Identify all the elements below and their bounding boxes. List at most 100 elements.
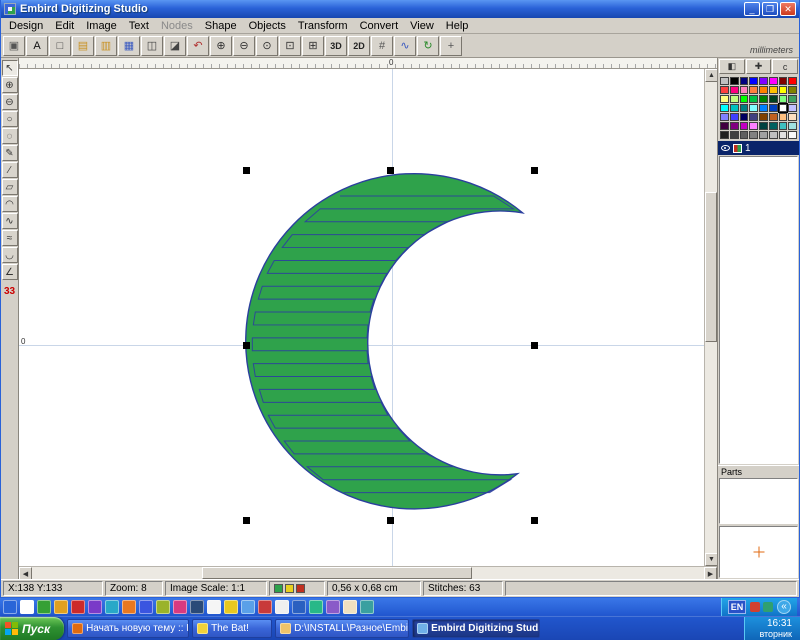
palette-color-29[interactable]: [769, 104, 778, 112]
palette-color-19[interactable]: [749, 95, 758, 103]
tray-chevron-icon[interactable]: «: [777, 600, 791, 614]
toolbar-open-image-button[interactable]: ▥: [95, 36, 117, 56]
palette-color-42[interactable]: [740, 122, 749, 130]
quick-launch-icon[interactable]: [292, 600, 306, 614]
tool-fill-tool-button[interactable]: ≈: [2, 230, 18, 246]
menu-image[interactable]: Image: [80, 19, 123, 33]
palette-color-35[interactable]: [749, 113, 758, 121]
quick-launch-icon[interactable]: [122, 600, 136, 614]
canvas[interactable]: 0: [19, 69, 704, 566]
palette-color-18[interactable]: [740, 95, 749, 103]
quick-launch-icon[interactable]: [326, 600, 340, 614]
vertical-scroll-thumb[interactable]: [705, 192, 717, 342]
selection-handle[interactable]: [243, 517, 250, 524]
horizontal-scroll-thumb[interactable]: [202, 567, 472, 579]
palette-color-3[interactable]: [749, 77, 758, 85]
tool-line-tool-button[interactable]: ∕: [2, 162, 18, 178]
palette-color-13[interactable]: [769, 86, 778, 94]
palette-color-52[interactable]: [759, 131, 768, 139]
palette-color-15[interactable]: [788, 86, 797, 94]
minimize-icon[interactable]: _: [744, 2, 760, 16]
selection-handle[interactable]: [531, 517, 538, 524]
palette-color-41[interactable]: [730, 122, 739, 130]
title-bar[interactable]: Embird Digitizing Studio _ ❐ ✕: [1, 0, 799, 18]
toolbar-pointer-frame-button[interactable]: ▣: [3, 36, 25, 56]
quick-launch-icon[interactable]: [54, 600, 68, 614]
menu-convert[interactable]: Convert: [354, 19, 405, 33]
tool-wave-tool-button[interactable]: ∿: [2, 213, 18, 229]
thread-catalog-button[interactable]: c: [772, 59, 798, 74]
quick-launch-icon[interactable]: [156, 600, 170, 614]
palette-color-17[interactable]: [730, 95, 739, 103]
menu-edit[interactable]: Edit: [49, 19, 80, 33]
palette-color-53[interactable]: [769, 131, 778, 139]
menu-help[interactable]: Help: [440, 19, 475, 33]
palette-color-24[interactable]: [720, 104, 729, 112]
toolbar-redraw-button[interactable]: ↻: [417, 36, 439, 56]
palette-color-10[interactable]: [740, 86, 749, 94]
menu-nodes[interactable]: Nodes: [155, 19, 199, 33]
palette-color-5[interactable]: [769, 77, 778, 85]
menu-shape[interactable]: Shape: [199, 19, 243, 33]
palette-color-1[interactable]: [730, 77, 739, 85]
toolbar-print-design-button[interactable]: ◫: [141, 36, 163, 56]
palette-color-31[interactable]: [788, 104, 797, 112]
palette-color-30[interactable]: [779, 104, 788, 112]
palette-color-4[interactable]: [759, 77, 768, 85]
crescent-design[interactable]: [19, 69, 704, 566]
color-up-button[interactable]: ◧: [719, 59, 745, 74]
quick-launch-icon[interactable]: [224, 600, 238, 614]
vertical-scroll-track[interactable]: [705, 82, 717, 553]
quick-launch-icon[interactable]: [173, 600, 187, 614]
start-button[interactable]: Пуск: [0, 617, 64, 640]
tool-zoom-out-tool-button[interactable]: ⊖: [2, 94, 18, 110]
visibility-eye-icon[interactable]: [721, 145, 730, 151]
parts-list[interactable]: [719, 478, 798, 524]
quick-launch-icon[interactable]: [37, 600, 51, 614]
selection-handle[interactable]: [531, 167, 538, 174]
toolbar-new-design-button[interactable]: □: [49, 36, 71, 56]
tray-icon[interactable]: [750, 602, 760, 612]
quick-launch-icon[interactable]: [343, 600, 357, 614]
task-button[interactable]: D:\INSTALL\Разное\Embird: [275, 619, 409, 638]
palette-color-49[interactable]: [730, 131, 739, 139]
selection-handle[interactable]: [387, 517, 394, 524]
horizontal-scroll-track[interactable]: [32, 567, 704, 579]
palette-color-26[interactable]: [740, 104, 749, 112]
toolbar-open-design-button[interactable]: ▤: [72, 36, 94, 56]
palette-color-23[interactable]: [788, 95, 797, 103]
palette-color-32[interactable]: [720, 113, 729, 121]
palette-color-47[interactable]: [788, 122, 797, 130]
tool-column-tool-button[interactable]: ▱: [2, 179, 18, 195]
palette-color-38[interactable]: [779, 113, 788, 121]
tool-select-button[interactable]: ↖: [2, 60, 18, 76]
tool-freehand-tool-button[interactable]: ✎: [2, 145, 18, 161]
palette-color-34[interactable]: [740, 113, 749, 121]
palette-color-6[interactable]: [779, 77, 788, 85]
palette-color-46[interactable]: [779, 122, 788, 130]
palette-color-51[interactable]: [749, 131, 758, 139]
toolbar-pan-view-button[interactable]: +: [440, 36, 462, 56]
palette-color-55[interactable]: [788, 131, 797, 139]
palette-color-45[interactable]: [769, 122, 778, 130]
palette-color-44[interactable]: [759, 122, 768, 130]
quick-launch-icon[interactable]: [207, 600, 221, 614]
object-list-row[interactable]: 1: [718, 141, 799, 155]
toolbar-save-design-button[interactable]: ▦: [118, 36, 140, 56]
toolbar-undo-button[interactable]: ↶: [187, 36, 209, 56]
menu-view[interactable]: View: [404, 19, 440, 33]
tool-circle-tool-button[interactable]: ○: [2, 111, 18, 127]
toolbar-copy-design-button[interactable]: ◪: [164, 36, 186, 56]
palette-color-39[interactable]: [788, 113, 797, 121]
palette-color-16[interactable]: [720, 95, 729, 103]
palette-color-43[interactable]: [749, 122, 758, 130]
toolbar-stitch-simulator-button[interactable]: ∿: [394, 36, 416, 56]
task-button[interactable]: Embird Digitizing Stud...: [412, 619, 540, 638]
palette-color-7[interactable]: [788, 77, 797, 85]
task-button[interactable]: The Bat!: [192, 619, 272, 638]
palette-color-40[interactable]: [720, 122, 729, 130]
quick-launch-icon[interactable]: [309, 600, 323, 614]
palette-color-36[interactable]: [759, 113, 768, 121]
selection-handle[interactable]: [387, 167, 394, 174]
toolbar-zoom-fit-button[interactable]: ⊡: [279, 36, 301, 56]
